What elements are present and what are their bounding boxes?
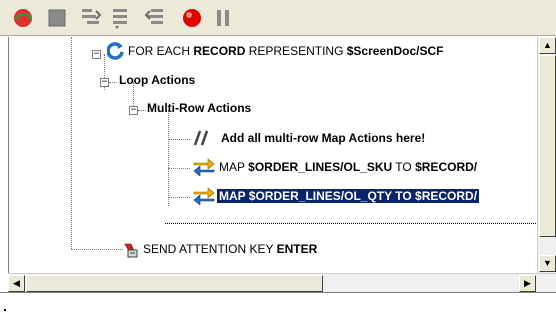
for-each-keyword: FOR EACH (128, 44, 191, 58)
horizontal-scroll-thumb[interactable] (26, 275, 323, 292)
tree-connector (168, 139, 190, 140)
tree-connector (71, 37, 72, 249)
map-source: $ORDER_LINES/OL_SKU (248, 160, 393, 174)
scroll-left-button[interactable]: ◀ (8, 275, 25, 292)
breakpoint-icon[interactable] (180, 6, 204, 30)
send-attention-key-node[interactable]: SEND ATTENTION KEY ENTER (143, 239, 317, 259)
tree-connector (168, 168, 190, 169)
record-path: $ScreenDoc/SCF (346, 44, 444, 58)
multi-row-actions-node[interactable]: Multi-Row Actions (147, 98, 251, 118)
tree-connector (109, 82, 117, 83)
loop-actions-node[interactable]: Loop Actions (119, 70, 195, 90)
properties-pane (0, 292, 556, 328)
tree-connector (168, 110, 169, 206)
collapse-toggle[interactable]: − (100, 78, 109, 87)
selected-map-text: MAP $ORDER_LINES/OL_QTY TO $RECORD/ (217, 189, 480, 203)
step-into-icon[interactable] (79, 6, 103, 30)
for-each-node[interactable]: FOR EACH RECORD REPRESENTING $ScreenDoc/… (128, 41, 443, 61)
comment-icon (193, 129, 213, 150)
record-keyword: RECORD (193, 44, 246, 58)
pause-icon[interactable] (211, 6, 235, 30)
tree-connector (138, 110, 146, 111)
stop-icon[interactable] (45, 6, 69, 30)
horizontal-scrollbar[interactable]: ◀ ▶ (8, 273, 556, 292)
collapse-toggle[interactable]: − (92, 50, 101, 59)
map-action-icon (192, 187, 216, 208)
map-keyword: MAP (219, 160, 245, 174)
vertical-scrollbar[interactable]: ▲ ▼ (537, 37, 556, 273)
action-tree[interactable]: − FOR EACH RECORD REPRESENTING $ScreenDo… (8, 37, 538, 273)
debug-toolbar (0, 0, 556, 36)
scroll-up-button[interactable]: ▲ (539, 37, 556, 54)
tree-connector (71, 249, 123, 250)
comment-node[interactable]: Add all multi-row Map Actions here! (221, 128, 425, 148)
step-out-icon[interactable] (143, 6, 167, 30)
send-keyword: SEND ATTENTION KEY (143, 242, 274, 256)
map-sku-node[interactable]: MAP $ORDER_LINES/OL_SKU TO $RECORD/ (219, 157, 477, 177)
loop-icon (106, 42, 125, 63)
focus-rectangle (165, 223, 538, 224)
run-icon[interactable] (11, 6, 35, 30)
step-over-icon[interactable] (110, 6, 134, 30)
to-keyword: TO (395, 160, 412, 174)
map-qty-node[interactable]: MAP $ORDER_LINES/OL_QTY TO $RECORD/ (217, 186, 480, 206)
map-target: $RECORD/ (415, 160, 478, 174)
scroll-right-button[interactable]: ▶ (519, 275, 536, 292)
scroll-down-button[interactable]: ▼ (539, 255, 556, 272)
collapse-toggle[interactable]: − (129, 106, 138, 115)
tree-connector (168, 197, 190, 198)
representing-keyword: REPRESENTING (248, 44, 344, 58)
vertical-scroll-thumb[interactable] (539, 55, 556, 237)
send-key-icon (122, 242, 140, 263)
attention-key-value: ENTER (276, 242, 318, 256)
pane-marker (4, 309, 6, 311)
map-action-icon (192, 158, 216, 179)
